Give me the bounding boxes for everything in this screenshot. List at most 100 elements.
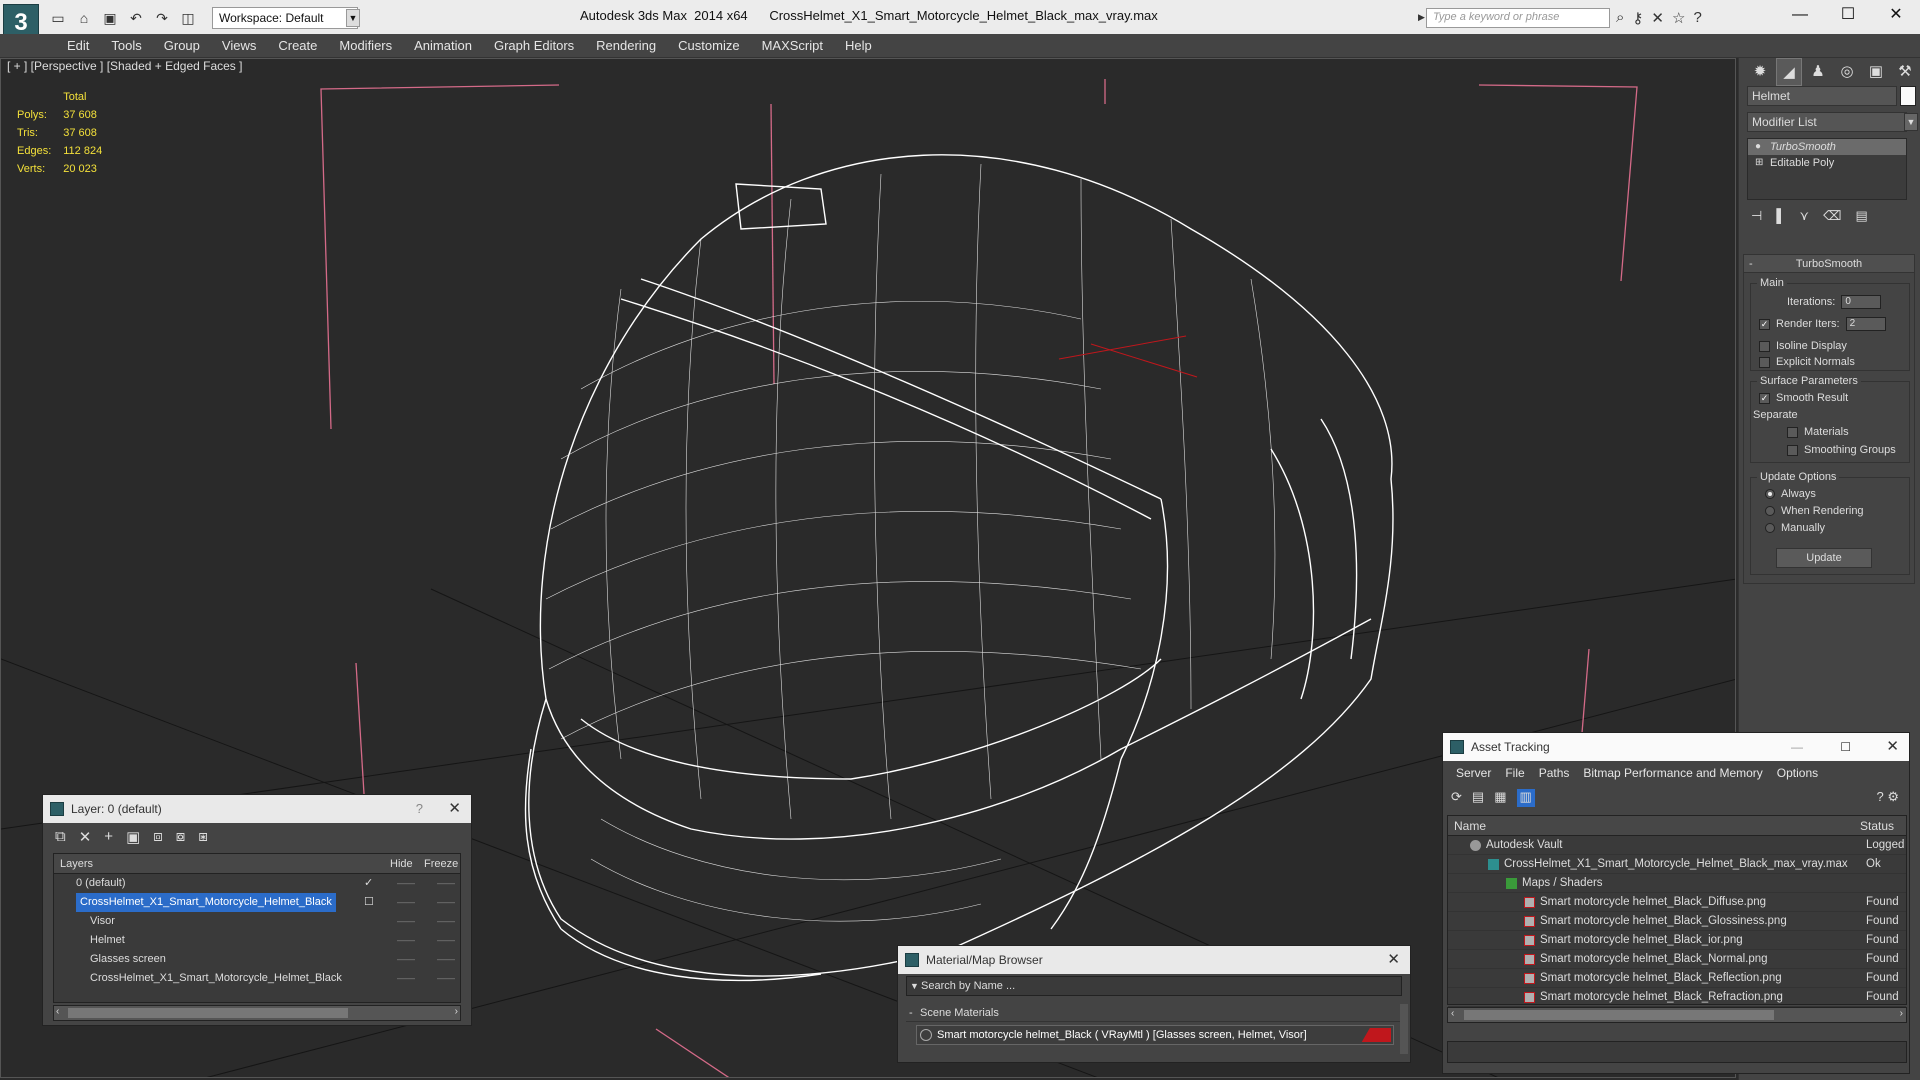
when-rendering-radio[interactable] [1765, 506, 1775, 516]
project-folder-icon[interactable]: ◫ [178, 8, 198, 28]
refresh-icon[interactable]: ⟳ [1451, 789, 1462, 807]
help-icon[interactable]: ? [1876, 789, 1883, 804]
undo-icon[interactable]: ↶ [126, 8, 146, 28]
layer-row[interactable]: Glasses screen —— —— [54, 950, 460, 969]
manually-radio[interactable] [1765, 523, 1775, 533]
menu-animation[interactable]: Animation [403, 34, 483, 58]
list-view-icon[interactable]: ▤ [1472, 789, 1484, 807]
menu-graph-editors[interactable]: Graph Editors [483, 34, 585, 58]
col-layers[interactable]: Layers [60, 854, 93, 874]
col-name[interactable]: Name [1454, 816, 1486, 836]
asset-menu-bitmap-performance[interactable]: Bitmap Performance and Memory [1576, 761, 1769, 785]
close-icon[interactable]: ✕ [1886, 733, 1899, 761]
asset-row[interactable]: Smart motorcycle helmet_Black_Glossiness… [1448, 912, 1906, 931]
asset-row[interactable]: CrossHelmet_X1_Smart_Motorcycle_Helmet_B… [1448, 855, 1906, 874]
scroll-thumb[interactable] [1464, 1010, 1774, 1020]
menu-tools[interactable]: Tools [100, 34, 152, 58]
layer-row[interactable]: CrossHelmet_X1_Smart_Motorcycle_Helmet_B… [54, 969, 460, 988]
iterations-spinner[interactable]: 0 [1841, 295, 1882, 309]
render-iters-checkbox[interactable]: ✓ [1759, 318, 1770, 330]
lightbulb-icon[interactable]: ● [1755, 139, 1761, 155]
stack-item-turbosmooth[interactable]: ● TurboSmooth [1748, 139, 1906, 155]
hide-all-layers-icon[interactable]: ⧇ [176, 828, 186, 846]
binoculars-icon[interactable]: ⌕ [1616, 9, 1624, 27]
display-tab-icon[interactable]: ▣ [1863, 58, 1889, 86]
menu-create[interactable]: Create [267, 34, 328, 58]
layer-dialog-titlebar[interactable]: Layer: 0 (default) ? ✕ [43, 795, 471, 823]
minimize-button[interactable]: — [1776, 0, 1824, 30]
smooth-result-checkbox[interactable]: ✓ [1759, 392, 1770, 404]
set-current-box[interactable]: ☐ [364, 893, 374, 912]
menu-rendering[interactable]: Rendering [585, 34, 667, 58]
layer-horizontal-scrollbar[interactable]: ‹ › [53, 1005, 461, 1021]
asset-row[interactable]: Smart motorcycle helmet_Black_Refraction… [1448, 988, 1906, 1007]
highlight-layer-icon[interactable]: ⧈ [153, 828, 163, 846]
make-unique-icon[interactable]: ⋎ [1800, 208, 1810, 226]
col-hide[interactable]: Hide [390, 854, 413, 874]
rollout-header[interactable]: - TurboSmooth [1744, 255, 1914, 273]
menu-maxscript[interactable]: MAXScript [751, 34, 834, 58]
minimize-button[interactable]: — [1791, 733, 1803, 761]
layer-row[interactable]: Helmet —— —— [54, 931, 460, 950]
viewport-label[interactable]: [ + ] [Perspective ] [Shaded + Edged Fac… [7, 59, 242, 73]
object-name-field[interactable]: Helmet [1747, 86, 1897, 106]
chevron-right-icon[interactable]: ▶ [1418, 12, 1425, 23]
asset-row[interactable]: Maps / Shaders [1448, 874, 1906, 893]
asset-row[interactable]: Smart motorcycle helmet_Black_Normal.png… [1448, 950, 1906, 969]
material-browser-titlebar[interactable]: Material/Map Browser ✕ [898, 946, 1410, 974]
freeze-toggle[interactable]: —— [437, 950, 455, 969]
new-file-icon[interactable]: ▭ [48, 8, 68, 28]
add-selection-icon[interactable]: + [104, 828, 113, 846]
search-input[interactable]: Type a keyword or phrase [1426, 8, 1610, 28]
asset-row[interactable]: Smart motorcycle helmet_Black_ior.png Fo… [1448, 931, 1906, 950]
configure-modifier-sets-icon[interactable]: ▤ [1855, 208, 1867, 226]
menu-views[interactable]: Views [211, 34, 267, 58]
asset-row[interactable]: Smart motorcycle helmet_Black_Reflection… [1448, 969, 1906, 988]
asset-menu-file[interactable]: File [1498, 761, 1531, 785]
workspace-dropdown[interactable]: Workspace: Default ▼ [212, 7, 358, 29]
hide-toggle[interactable]: —— [397, 969, 415, 988]
asset-menu-options[interactable]: Options [1770, 761, 1825, 785]
help-button[interactable]: ? [416, 795, 423, 823]
close-button[interactable]: ✕ [1872, 0, 1920, 30]
material-item[interactable]: Smart motorcycle helmet_Black ( VRayMtl … [916, 1025, 1394, 1045]
menu-customize[interactable]: Customize [667, 34, 750, 58]
col-freeze[interactable]: Freeze [424, 854, 458, 874]
hide-toggle[interactable]: —— [397, 950, 415, 969]
scroll-thumb[interactable] [68, 1008, 348, 1018]
hierarchy-tab-icon[interactable]: ♟ [1805, 58, 1831, 86]
table-view-icon[interactable]: ▥ [1516, 789, 1535, 807]
freeze-toggle[interactable]: —— [437, 931, 455, 950]
object-color-swatch[interactable] [1900, 86, 1916, 106]
col-status[interactable]: Status [1860, 816, 1894, 836]
stack-item-editable-poly[interactable]: ⊞ Editable Poly [1748, 155, 1906, 171]
scroll-left-icon[interactable]: ‹ [56, 1006, 59, 1017]
scroll-right-icon[interactable]: › [455, 1006, 458, 1017]
layer-row[interactable]: 0 (default) ✓ —— —— [54, 874, 460, 893]
close-icon[interactable]: ✕ [1387, 946, 1400, 974]
freeze-toggle[interactable]: —— [437, 969, 455, 988]
star-icon[interactable]: ☆ [1672, 9, 1685, 27]
show-end-result-icon[interactable]: ▌ [1776, 208, 1785, 226]
always-radio[interactable] [1765, 489, 1775, 499]
motion-tab-icon[interactable]: ◎ [1834, 58, 1860, 86]
scroll-right-icon[interactable]: › [1900, 1008, 1903, 1019]
asset-path-field[interactable] [1447, 1041, 1907, 1063]
hide-toggle[interactable]: —— [397, 893, 415, 912]
menu-modifiers[interactable]: Modifiers [328, 34, 403, 58]
select-objects-icon[interactable]: ▣ [126, 828, 140, 846]
hide-toggle[interactable]: —— [397, 912, 415, 931]
freeze-toggle[interactable]: —— [437, 893, 455, 912]
freeze-all-layers-icon[interactable]: ⧆ [198, 828, 208, 846]
qat-customize-icon[interactable]: ▼ [346, 9, 360, 27]
materials-checkbox[interactable] [1787, 426, 1798, 438]
delete-layer-icon[interactable]: ✕ [79, 828, 92, 846]
remove-modifier-icon[interactable]: ⌫ [1823, 208, 1841, 226]
freeze-toggle[interactable]: —— [437, 874, 455, 893]
save-icon[interactable]: ▣ [100, 8, 120, 28]
asset-row[interactable]: Autodesk Vault Logged [1448, 836, 1906, 855]
menu-edit[interactable]: Edit [56, 34, 100, 58]
modifier-list-dropdown[interactable]: Modifier List ▼ [1747, 112, 1918, 132]
key-icon[interactable]: ⚷ [1632, 9, 1643, 27]
isoline-checkbox[interactable] [1759, 340, 1770, 352]
